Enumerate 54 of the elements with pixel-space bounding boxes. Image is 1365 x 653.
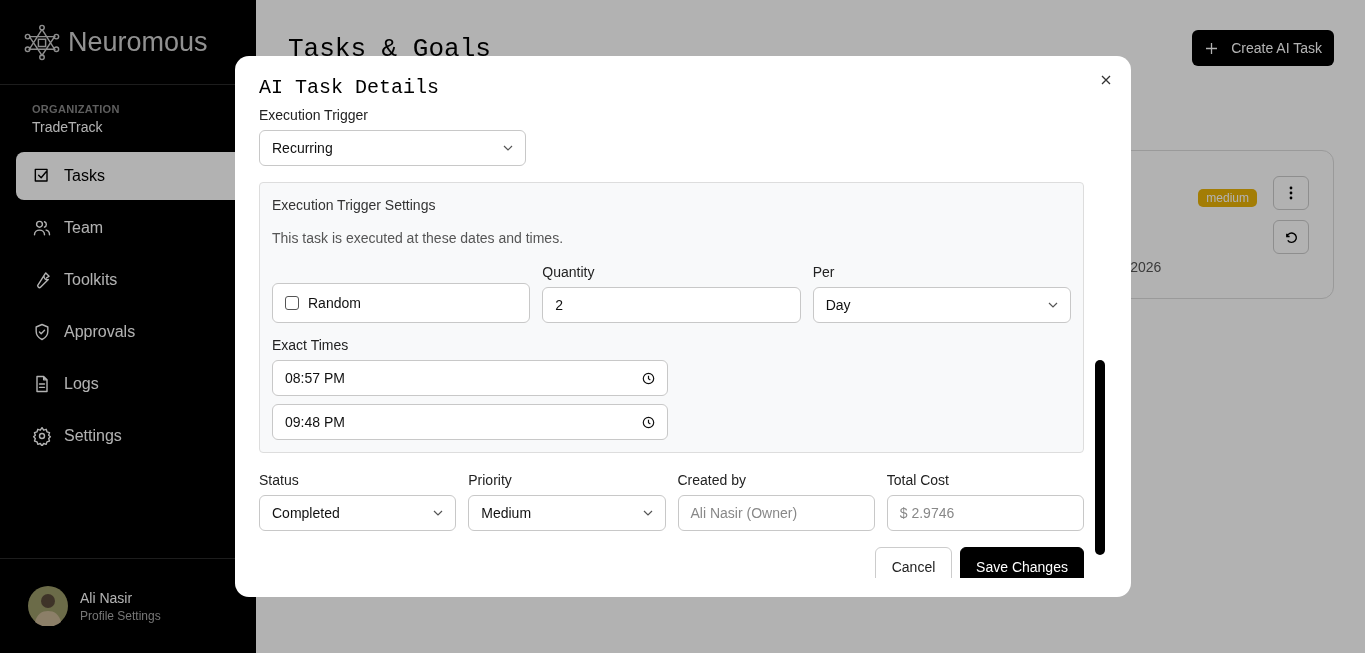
- field-label: Status: [259, 472, 300, 488]
- field-label: Priority: [468, 472, 513, 488]
- reset-button[interactable]: [1273, 220, 1309, 254]
- quantity-field[interactable]: 2: [542, 287, 801, 323]
- chevron-icon: [1048, 302, 1058, 308]
- field-label: Created by: [677, 472, 747, 488]
- nav-icon: [32, 426, 52, 446]
- sidebar-item[interactable]: Toolkits: [16, 256, 256, 304]
- clock-icon: [642, 371, 655, 385]
- trigger-select[interactable]: Recurring: [259, 130, 526, 166]
- dialog-title: AI Task Details: [259, 76, 441, 99]
- nav-icon: [32, 218, 52, 238]
- sidebar-item[interactable]: Settings: [16, 412, 256, 460]
- scrollbar[interactable]: [1095, 360, 1105, 555]
- time-field[interactable]: 09:48 PM: [272, 404, 668, 440]
- cancel-button[interactable]: Cancel: [875, 547, 952, 578]
- readonly-field: $ 2.9746: [886, 495, 1084, 531]
- select-field[interactable]: Medium: [468, 495, 666, 531]
- sidebar-item[interactable]: Logs: [16, 360, 256, 408]
- random-checkbox[interactable]: Random: [272, 283, 531, 323]
- settings-title: Execution Trigger Settings: [272, 197, 437, 213]
- select-field[interactable]: Completed: [259, 495, 457, 531]
- save-button[interactable]: Save Changes: [960, 547, 1084, 578]
- field-label: Per: [812, 264, 836, 280]
- field-label: Quantity: [542, 264, 596, 280]
- time-field[interactable]: 08:57 PM: [272, 360, 668, 396]
- user-name: Ali Nasir: [80, 589, 134, 606]
- page-title: Tasks & Goals: [288, 34, 491, 64]
- field-label: Execution Trigger: [259, 107, 369, 123]
- reset-icon: [1283, 229, 1299, 245]
- nav-icon: [32, 322, 52, 342]
- profile-settings-link[interactable]: Profile Settings: [80, 608, 161, 623]
- field-label: Total Cost: [886, 472, 950, 488]
- more-icon: [1289, 186, 1293, 200]
- organization-label: ORGANIZATION: [32, 103, 121, 115]
- brand-name: Neuromous: [68, 26, 208, 58]
- close-icon[interactable]: [1101, 75, 1111, 85]
- plus-icon: [1206, 42, 1218, 54]
- sidebar-item[interactable]: Approvals: [16, 308, 256, 356]
- avatar-icon[interactable]: [28, 586, 68, 626]
- readonly-field: Ali Nasir (Owner): [677, 495, 875, 531]
- chevron-icon: [503, 145, 513, 151]
- organization-name: TradeTrack: [32, 119, 104, 135]
- network-logo-icon: [24, 23, 60, 61]
- chevron-icon: [642, 510, 653, 516]
- sidebar-item[interactable]: Team: [16, 204, 256, 252]
- field-label: Exact Times: [272, 337, 350, 353]
- settings-description: This task is executed at these dates and times.: [272, 230, 565, 246]
- chevron-icon: [433, 510, 444, 516]
- clock-icon: [642, 415, 655, 429]
- per-select[interactable]: Day: [812, 287, 1071, 323]
- task-date: 2026: [1130, 259, 1162, 275]
- priority-badge: medium: [1198, 189, 1257, 207]
- create-task-button[interactable]: Create AI Task: [1192, 30, 1334, 66]
